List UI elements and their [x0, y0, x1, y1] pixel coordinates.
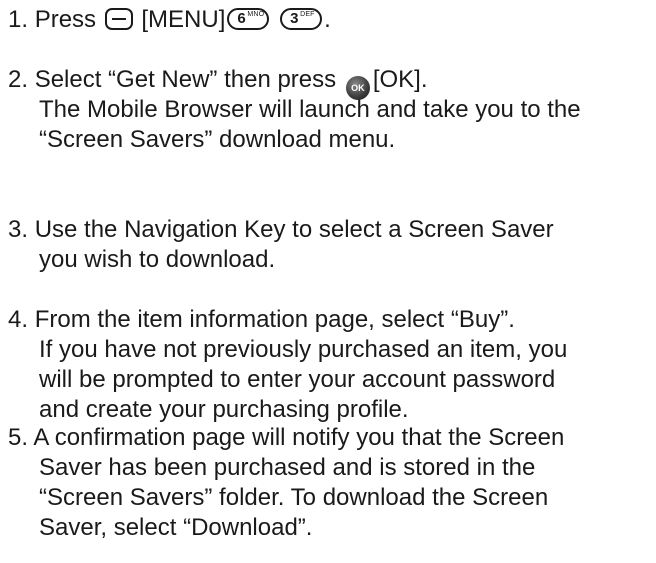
instruction-page: 1. Press [MENU] 6 MNO 3 DEF. 2. Select “Get…	[0, 0, 656, 563]
step-5-line-1: 5. A confirmation page will notify you t…	[8, 423, 564, 453]
step-number: 4.	[8, 306, 29, 333]
step-4-line-3: will be prompted to enter your account p…	[39, 366, 556, 393]
key-6-letters: MNO	[247, 11, 265, 18]
step-3-line-1: 3. Use the Navigation Key to select a Sc…	[8, 215, 554, 245]
step-5-line-3: “Screen Savers” folder. To download the …	[39, 484, 549, 511]
step-5-text: A confirmation page will notify you that…	[33, 424, 565, 451]
step-4-line-2: If you have not previously purchased an …	[39, 336, 568, 363]
step-4-line-4: and create your purchasing profile.	[39, 396, 409, 423]
step-number: 2.	[8, 66, 29, 93]
step-3-text: Use the Navigation Key to select a Scree…	[34, 216, 554, 243]
key-3-digit: 3	[290, 10, 299, 27]
step-2-line-3: “Screen Savers” download menu.	[39, 126, 396, 153]
step-3: 3. Use the Navigation Key to select a Sc…	[8, 215, 554, 275]
step-4-text: From the item information page, select “…	[34, 306, 515, 333]
step-4: 4. From the item information page, selec…	[8, 305, 567, 425]
step-3-line-2: you wish to download.	[39, 246, 276, 273]
step-1-line-1: 1. Press [MENU] 6 MNO 3 DEF.	[8, 5, 331, 35]
key-6-icon: 6 MNO	[227, 8, 270, 30]
step-5-line-2: Saver has been purchased and is stored i…	[39, 454, 536, 481]
step-2-line-2: The Mobile Browser will launch and take …	[39, 96, 581, 123]
step-number: 1.	[8, 6, 29, 33]
step-number: 5.	[8, 424, 29, 451]
key-3-icon: 3 DEF	[280, 8, 323, 30]
step-2-line-1: 2. Select “Get New” then press OK [OK].	[8, 65, 581, 100]
step-1-text: Press	[34, 6, 97, 33]
ok-label: [OK].	[372, 66, 428, 93]
step-2: 2. Select “Get New” then press OK [OK]. T…	[8, 65, 581, 155]
key-3-letters: DEF	[300, 11, 315, 18]
step-4-line-1: 4. From the item information page, selec…	[8, 305, 567, 335]
step-1-end: .	[324, 6, 331, 33]
step-1: 1. Press [MENU] 6 MNO 3 DEF.	[8, 5, 331, 35]
step-5-line-4: Saver, select “Download”.	[39, 514, 313, 541]
left-soft-key-icon	[104, 8, 133, 30]
step-2-text: Select “Get New” then press	[34, 66, 337, 93]
menu-label: [MENU]	[141, 6, 226, 33]
step-5: 5. A confirmation page will notify you t…	[8, 423, 564, 543]
step-number: 3.	[8, 216, 29, 243]
key-6-digit: 6	[237, 10, 246, 27]
ok-key-icon: OK	[345, 76, 370, 100]
